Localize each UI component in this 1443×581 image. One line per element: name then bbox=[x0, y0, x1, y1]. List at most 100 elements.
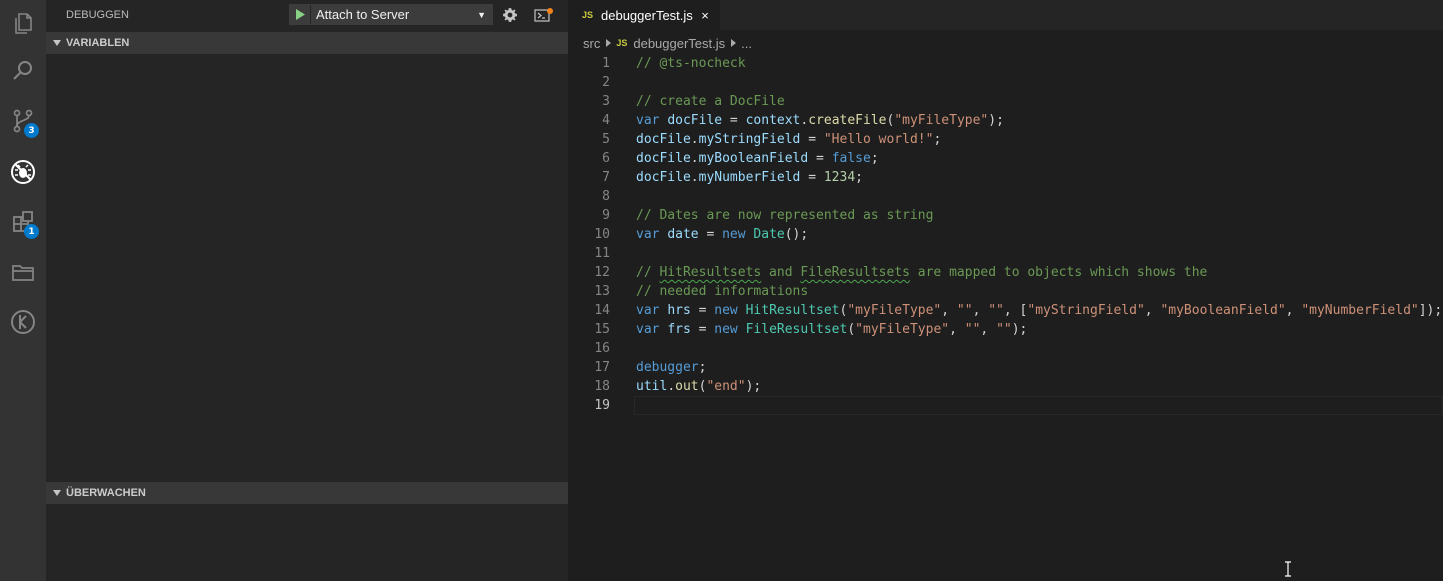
code-token: "" bbox=[964, 322, 981, 337]
timeline-icon[interactable] bbox=[0, 299, 46, 345]
code-line[interactable]: 14 var hrs = new HitResultset("myFileType… bbox=[568, 301, 1443, 320]
code-text: docFile.myNumberField = 1234; bbox=[636, 168, 863, 187]
code-token: var bbox=[636, 227, 660, 242]
code-token: out bbox=[675, 379, 699, 394]
code-token: = bbox=[698, 227, 723, 242]
code-token: util bbox=[636, 379, 668, 394]
code-token: = bbox=[800, 170, 824, 185]
debug-icon[interactable] bbox=[0, 149, 46, 195]
code-token: = bbox=[800, 132, 824, 147]
scm-badge: 3 bbox=[24, 123, 39, 138]
code-line[interactable]: 7 docFile.myNumberField = 1234; bbox=[568, 168, 1443, 187]
line-number: 4 bbox=[602, 113, 610, 128]
line-number: 10 bbox=[594, 227, 610, 242]
line-number: 12 bbox=[594, 265, 610, 280]
line-number: 18 bbox=[594, 379, 610, 394]
code-token: "" bbox=[988, 303, 1004, 318]
explorer-icon[interactable] bbox=[0, 0, 46, 46]
close-icon[interactable]: × bbox=[698, 8, 712, 23]
tab-debuggertest-js[interactable]: JS debuggerTest.js × bbox=[568, 0, 720, 30]
code-line[interactable]: 2 bbox=[568, 73, 1443, 92]
code-line[interactable]: 1 // @ts-nocheck bbox=[568, 54, 1443, 73]
line-number: 9 bbox=[602, 208, 610, 223]
code-line[interactable]: 6 docFile.myBooleanField = false; bbox=[568, 149, 1443, 168]
code-line[interactable]: 12 // HitResultsets and FileResultsets ar… bbox=[568, 263, 1443, 282]
code-token: hrs bbox=[667, 303, 691, 318]
variables-section-title: VARIABLEN bbox=[66, 37, 130, 49]
code-line[interactable]: 10 var date = new Date(); bbox=[568, 225, 1443, 244]
gear-icon[interactable] bbox=[502, 7, 518, 23]
code-token: // needed informations bbox=[636, 284, 809, 299]
code-token: ]); bbox=[1418, 303, 1443, 318]
breadcrumb: src JS debuggerTest.js ... bbox=[583, 34, 752, 52]
code-token: ( bbox=[847, 322, 856, 337]
code-token: myNumberField bbox=[698, 170, 801, 185]
code-token: . bbox=[690, 151, 699, 166]
code-token: myStringField bbox=[698, 132, 801, 147]
start-debugging-button[interactable] bbox=[290, 5, 311, 24]
code-token: , bbox=[1285, 303, 1302, 318]
code-text: docFile.myStringField = "Hello world!"; bbox=[636, 130, 941, 149]
extensions-icon[interactable]: 1 bbox=[0, 199, 46, 245]
debug-config-select[interactable]: Attach to Server ▼ bbox=[311, 7, 492, 22]
watch-section-header[interactable]: ÜBERWACHEN bbox=[46, 482, 568, 504]
code-text: var date = new Date(); bbox=[636, 225, 808, 244]
breadcrumb-file[interactable]: debuggerTest.js bbox=[633, 36, 725, 51]
code-token: // Dates are now represented as string bbox=[636, 208, 934, 223]
code-line[interactable]: 13 // needed informations bbox=[568, 282, 1443, 301]
code-token: "Hello world!" bbox=[823, 132, 934, 147]
code-token: . bbox=[690, 132, 699, 147]
code-line[interactable]: 18 util.out("end"); bbox=[568, 377, 1443, 396]
code-line[interactable]: 3 // create a DocFile bbox=[568, 92, 1443, 111]
code-line[interactable]: 16 bbox=[568, 339, 1443, 358]
code-token: docFile bbox=[636, 170, 691, 185]
search-icon[interactable] bbox=[0, 48, 46, 94]
line-number: 19 bbox=[594, 398, 610, 413]
code-token: myBooleanField bbox=[698, 151, 809, 166]
code-token: context bbox=[745, 113, 801, 128]
code-token: // @ts-nocheck bbox=[636, 56, 746, 71]
current-line-highlight bbox=[634, 396, 1443, 415]
code-line[interactable]: 15 var frs = new FileResultset("myFileTyp… bbox=[568, 320, 1443, 339]
code-token: "" bbox=[996, 322, 1012, 337]
code-text: // HitResultsets and FileResultsets are … bbox=[636, 263, 1207, 282]
debug-sidebar: DEBUGGEN Attach to Server ▼ VARIABLEN ÜB… bbox=[46, 0, 568, 581]
line-number: 6 bbox=[602, 151, 610, 166]
line-number: 3 bbox=[602, 94, 610, 109]
code-token: . bbox=[690, 170, 699, 185]
line-number: 15 bbox=[594, 322, 610, 337]
breadcrumb-folder[interactable]: src bbox=[583, 36, 600, 51]
js-file-icon: JS bbox=[582, 10, 594, 20]
variables-section-header[interactable]: VARIABLEN bbox=[46, 32, 568, 54]
line-number: 8 bbox=[602, 189, 610, 204]
code-line[interactable]: 19 bbox=[568, 396, 1443, 415]
code-token: "myFileType" bbox=[894, 113, 989, 128]
code-line[interactable]: 4 var docFile = context.createFile("myFil… bbox=[568, 111, 1443, 130]
chevron-down-icon: ▼ bbox=[477, 9, 486, 20]
code-line[interactable]: 9 // Dates are now represented as string bbox=[568, 206, 1443, 225]
editor-area: JS debuggerTest.js × src JS debuggerTest… bbox=[568, 0, 1443, 581]
activity-bar: 3 1 bbox=[0, 0, 46, 581]
debug-console-icon[interactable] bbox=[534, 8, 554, 22]
code-token: ); bbox=[1011, 322, 1028, 337]
code-line[interactable]: 11 bbox=[568, 244, 1443, 263]
chevron-right-icon bbox=[731, 39, 737, 47]
breadcrumb-more[interactable]: ... bbox=[741, 36, 752, 51]
watch-section-title: ÜBERWACHEN bbox=[66, 487, 146, 499]
text-cursor-icon bbox=[1285, 561, 1291, 577]
code-token: var bbox=[636, 303, 660, 318]
line-number: 1 bbox=[602, 56, 610, 71]
code-token: , bbox=[941, 303, 957, 318]
line-number: 5 bbox=[602, 132, 610, 147]
code-line[interactable]: 5 docFile.myStringField = "Hello world!"; bbox=[568, 130, 1443, 149]
extensions-badge: 1 bbox=[24, 224, 39, 239]
code-line[interactable]: 8 bbox=[568, 187, 1443, 206]
code-text: var docFile = context.createFile("myFile… bbox=[636, 111, 1004, 130]
code-token: false bbox=[831, 151, 871, 166]
code-token: Date bbox=[753, 227, 785, 242]
code-token: (); bbox=[784, 227, 809, 242]
code-token: "end" bbox=[706, 379, 746, 394]
folder-icon[interactable] bbox=[0, 249, 46, 295]
source-control-icon[interactable]: 3 bbox=[0, 98, 46, 144]
code-line[interactable]: 17 debugger; bbox=[568, 358, 1443, 377]
